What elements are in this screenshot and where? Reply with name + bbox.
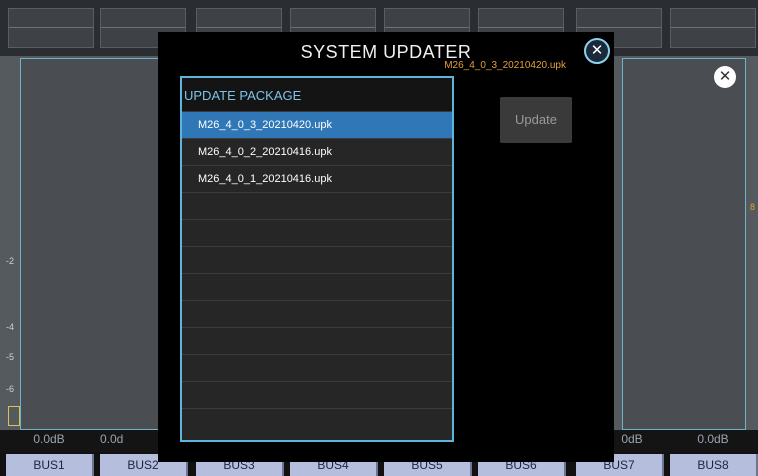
scale-mark: -5 [6,352,15,362]
update-button[interactable]: Update [500,97,572,143]
empty-row [182,247,452,274]
empty-row [182,220,452,247]
right-inner-panel [622,58,746,430]
empty-row [182,328,452,355]
package-item[interactable]: M26_4_0_2_20210416.upk [182,139,452,166]
package-item[interactable]: M26_4_0_1_20210416.upk [182,166,452,193]
empty-row [182,382,452,409]
channel-header-cell [8,8,94,48]
empty-row [182,274,452,301]
left-background-panel: -2 -4 -5 -6 [0,56,160,430]
selection-marker [8,406,20,426]
background-close-icon: ✕ [714,66,736,88]
empty-row [182,355,452,382]
fader-level: 0.0d [100,432,124,446]
empty-row [182,301,452,328]
scale-mark: -6 [6,384,15,394]
bus-button-1[interactable]: BUS1 [6,454,94,476]
mixer-screen: -2 -4 -5 -6 8 ✕ 0.0dB 0.0d 0dB 0.0dB BUS… [0,0,758,476]
package-list-header: UPDATE PACKAGE [182,78,452,112]
left-inner-panel [20,58,160,430]
right-background-panel: 8 [614,56,758,430]
channel-header-cell [670,8,756,48]
scale-mark: -4 [6,322,15,332]
empty-row [182,409,452,436]
bus-button-8[interactable]: BUS8 [670,454,758,476]
current-version-label: M26_4_0_3_20210420.upk [444,60,566,71]
close-icon[interactable]: ✕ [584,38,610,64]
scale-mark: -2 [6,256,15,266]
package-item[interactable]: M26_4_0_3_20210420.upk [182,112,452,139]
fader-level: 0dB [621,432,643,446]
fader-level: 0.0dB [33,432,65,446]
fader-level: 0.0dB [697,432,729,446]
scale-mark: 8 [750,202,756,212]
empty-row [182,193,452,220]
update-package-list: UPDATE PACKAGE M26_4_0_3_20210420.upk M2… [180,76,454,442]
